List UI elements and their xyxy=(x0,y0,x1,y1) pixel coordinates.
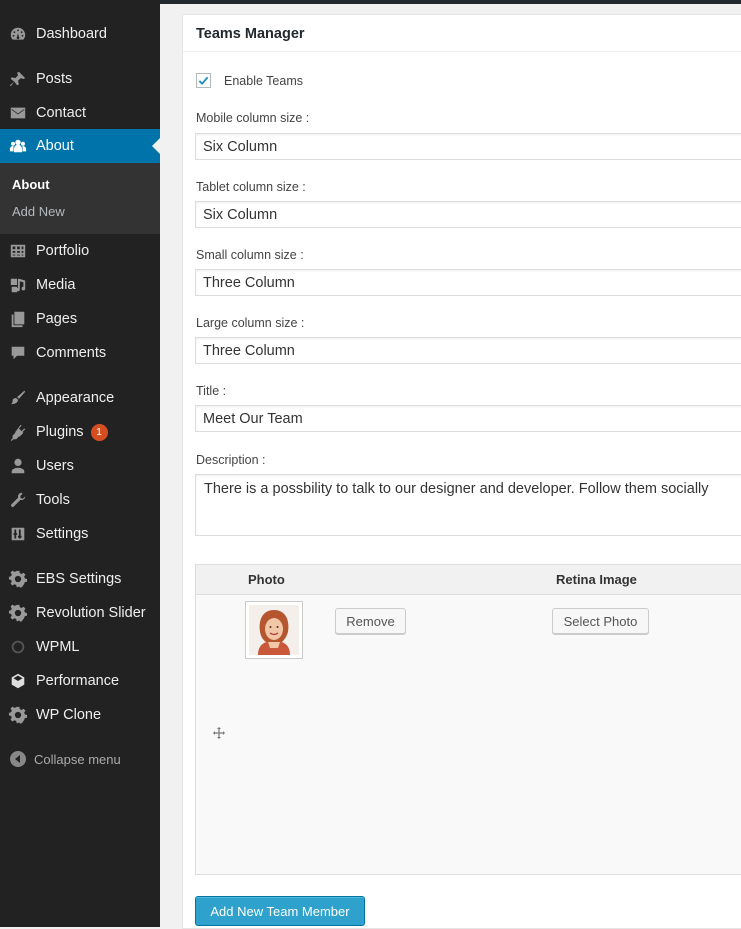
menu-label: Media xyxy=(36,277,76,293)
menu-label: Appearance xyxy=(36,390,115,406)
drag-handle-icon[interactable] xyxy=(213,727,225,739)
menu-label: Pages xyxy=(36,311,78,327)
title-label: Title : xyxy=(196,384,227,398)
submenu-about[interactable]: About xyxy=(12,177,50,192)
plugin-icon xyxy=(9,423,27,441)
add-new-team-member-button[interactable]: Add New Team Member xyxy=(195,896,365,926)
menu-label: Contact xyxy=(36,105,86,121)
gear-icon xyxy=(9,604,27,622)
gear-icon xyxy=(9,706,27,724)
menu-about[interactable]: About xyxy=(0,129,160,163)
menu-performance[interactable]: Performance xyxy=(0,664,160,698)
collapse-menu-label: Collapse menu xyxy=(34,751,121,767)
menu-media[interactable]: Media xyxy=(0,268,160,302)
remove-photo-button[interactable]: Remove xyxy=(335,608,406,634)
title-input[interactable]: Meet Our Team xyxy=(195,405,741,432)
update-count-badge: 1 xyxy=(90,423,108,441)
menu-label: About xyxy=(36,138,74,154)
members-table-header: Photo Retina Image xyxy=(196,565,741,595)
brush-icon xyxy=(9,389,27,407)
member-avatar-image xyxy=(249,605,299,655)
menu-posts[interactable]: Posts xyxy=(0,62,160,96)
panel-header: Teams Manager xyxy=(183,15,741,52)
media-icon xyxy=(9,276,27,294)
dashboard-icon xyxy=(9,25,27,43)
checkmark-icon xyxy=(198,76,209,86)
menu-label: Posts xyxy=(36,71,73,87)
mobile-column-select[interactable]: Six Column xyxy=(195,133,741,160)
menu-appearance[interactable]: Appearance xyxy=(0,381,160,415)
menu-label: Performance xyxy=(36,673,120,689)
menu-pages[interactable]: Pages xyxy=(0,302,160,336)
admin-sidebar: Dashboard Posts Contact About About Add … xyxy=(0,0,160,927)
about-submenu: About Add New xyxy=(0,163,160,234)
menu-settings[interactable]: Settings xyxy=(0,517,160,551)
menu-users[interactable]: Users xyxy=(0,449,160,483)
settings-icon xyxy=(9,525,27,543)
tablet-column-select[interactable]: Six Column xyxy=(195,201,741,228)
team-members-table: Photo Retina Image Remove Select Photo xyxy=(195,564,741,875)
menu-comments[interactable]: Comments xyxy=(0,336,160,370)
collapse-menu-button[interactable]: Collapse menu xyxy=(0,745,160,773)
member-photo xyxy=(245,601,303,659)
large-column-select[interactable]: Three Column xyxy=(195,337,741,364)
user-icon xyxy=(9,457,27,475)
menu-label: Tools xyxy=(36,492,70,508)
select-retina-photo-button[interactable]: Select Photo xyxy=(552,608,649,634)
admin-top-bar xyxy=(160,0,741,4)
wpml-icon xyxy=(9,638,27,656)
pages-icon xyxy=(9,310,27,328)
small-column-select[interactable]: Three Column xyxy=(195,269,741,296)
cube-icon xyxy=(9,672,27,690)
pin-icon xyxy=(9,70,27,88)
enable-teams-checkbox[interactable] xyxy=(196,73,211,88)
menu-label: EBS Settings xyxy=(36,571,122,587)
gear-icon xyxy=(9,570,27,588)
menu-label: Dashboard xyxy=(36,26,107,42)
description-label: Description : xyxy=(196,453,266,467)
menu-label: Comments xyxy=(36,345,107,361)
mail-icon xyxy=(9,104,27,122)
panel-title: Teams Manager xyxy=(196,26,305,42)
menu-contact[interactable]: Contact xyxy=(0,96,160,130)
menu-wp-clone[interactable]: WP Clone xyxy=(0,698,160,732)
description-textarea[interactable]: There is a possbility to talk to our des… xyxy=(195,474,741,536)
menu-label: WP Clone xyxy=(36,707,102,723)
menu-tools[interactable]: Tools xyxy=(0,483,160,517)
mobile-column-label: Mobile column size : xyxy=(196,111,310,125)
large-column-label: Large column size : xyxy=(196,316,305,330)
menu-label: WPML xyxy=(36,639,80,655)
wrench-icon xyxy=(9,491,27,509)
collapse-arrow-icon xyxy=(10,751,26,767)
menu-revolution-slider[interactable]: Revolution Slider xyxy=(0,596,160,630)
grid-icon xyxy=(9,242,27,260)
menu-portfolio[interactable]: Portfolio xyxy=(0,234,160,268)
menu-label: Revolution Slider xyxy=(36,605,146,621)
small-column-label: Small column size : xyxy=(196,248,304,262)
menu-dashboard[interactable]: Dashboard xyxy=(0,17,160,51)
teams-manager-panel: Teams Manager Enable Teams Mobile column… xyxy=(182,14,741,929)
people-icon xyxy=(9,137,27,155)
menu-plugins[interactable]: Plugins 1 xyxy=(0,415,160,449)
menu-ebs-settings[interactable]: EBS Settings xyxy=(0,562,160,596)
menu-label: Settings xyxy=(36,526,89,542)
retina-image-column-header: Retina Image xyxy=(556,572,637,587)
tablet-column-label: Tablet column size : xyxy=(196,180,306,194)
submenu-add-new[interactable]: Add New xyxy=(12,204,65,219)
menu-label: Users xyxy=(36,458,74,474)
enable-teams-label: Enable Teams xyxy=(224,74,303,88)
menu-label: Portfolio xyxy=(36,243,90,259)
menu-wpml[interactable]: WPML xyxy=(0,630,160,664)
comment-icon xyxy=(9,344,27,362)
photo-column-header: Photo xyxy=(248,572,285,587)
menu-label: Plugins xyxy=(36,424,84,440)
